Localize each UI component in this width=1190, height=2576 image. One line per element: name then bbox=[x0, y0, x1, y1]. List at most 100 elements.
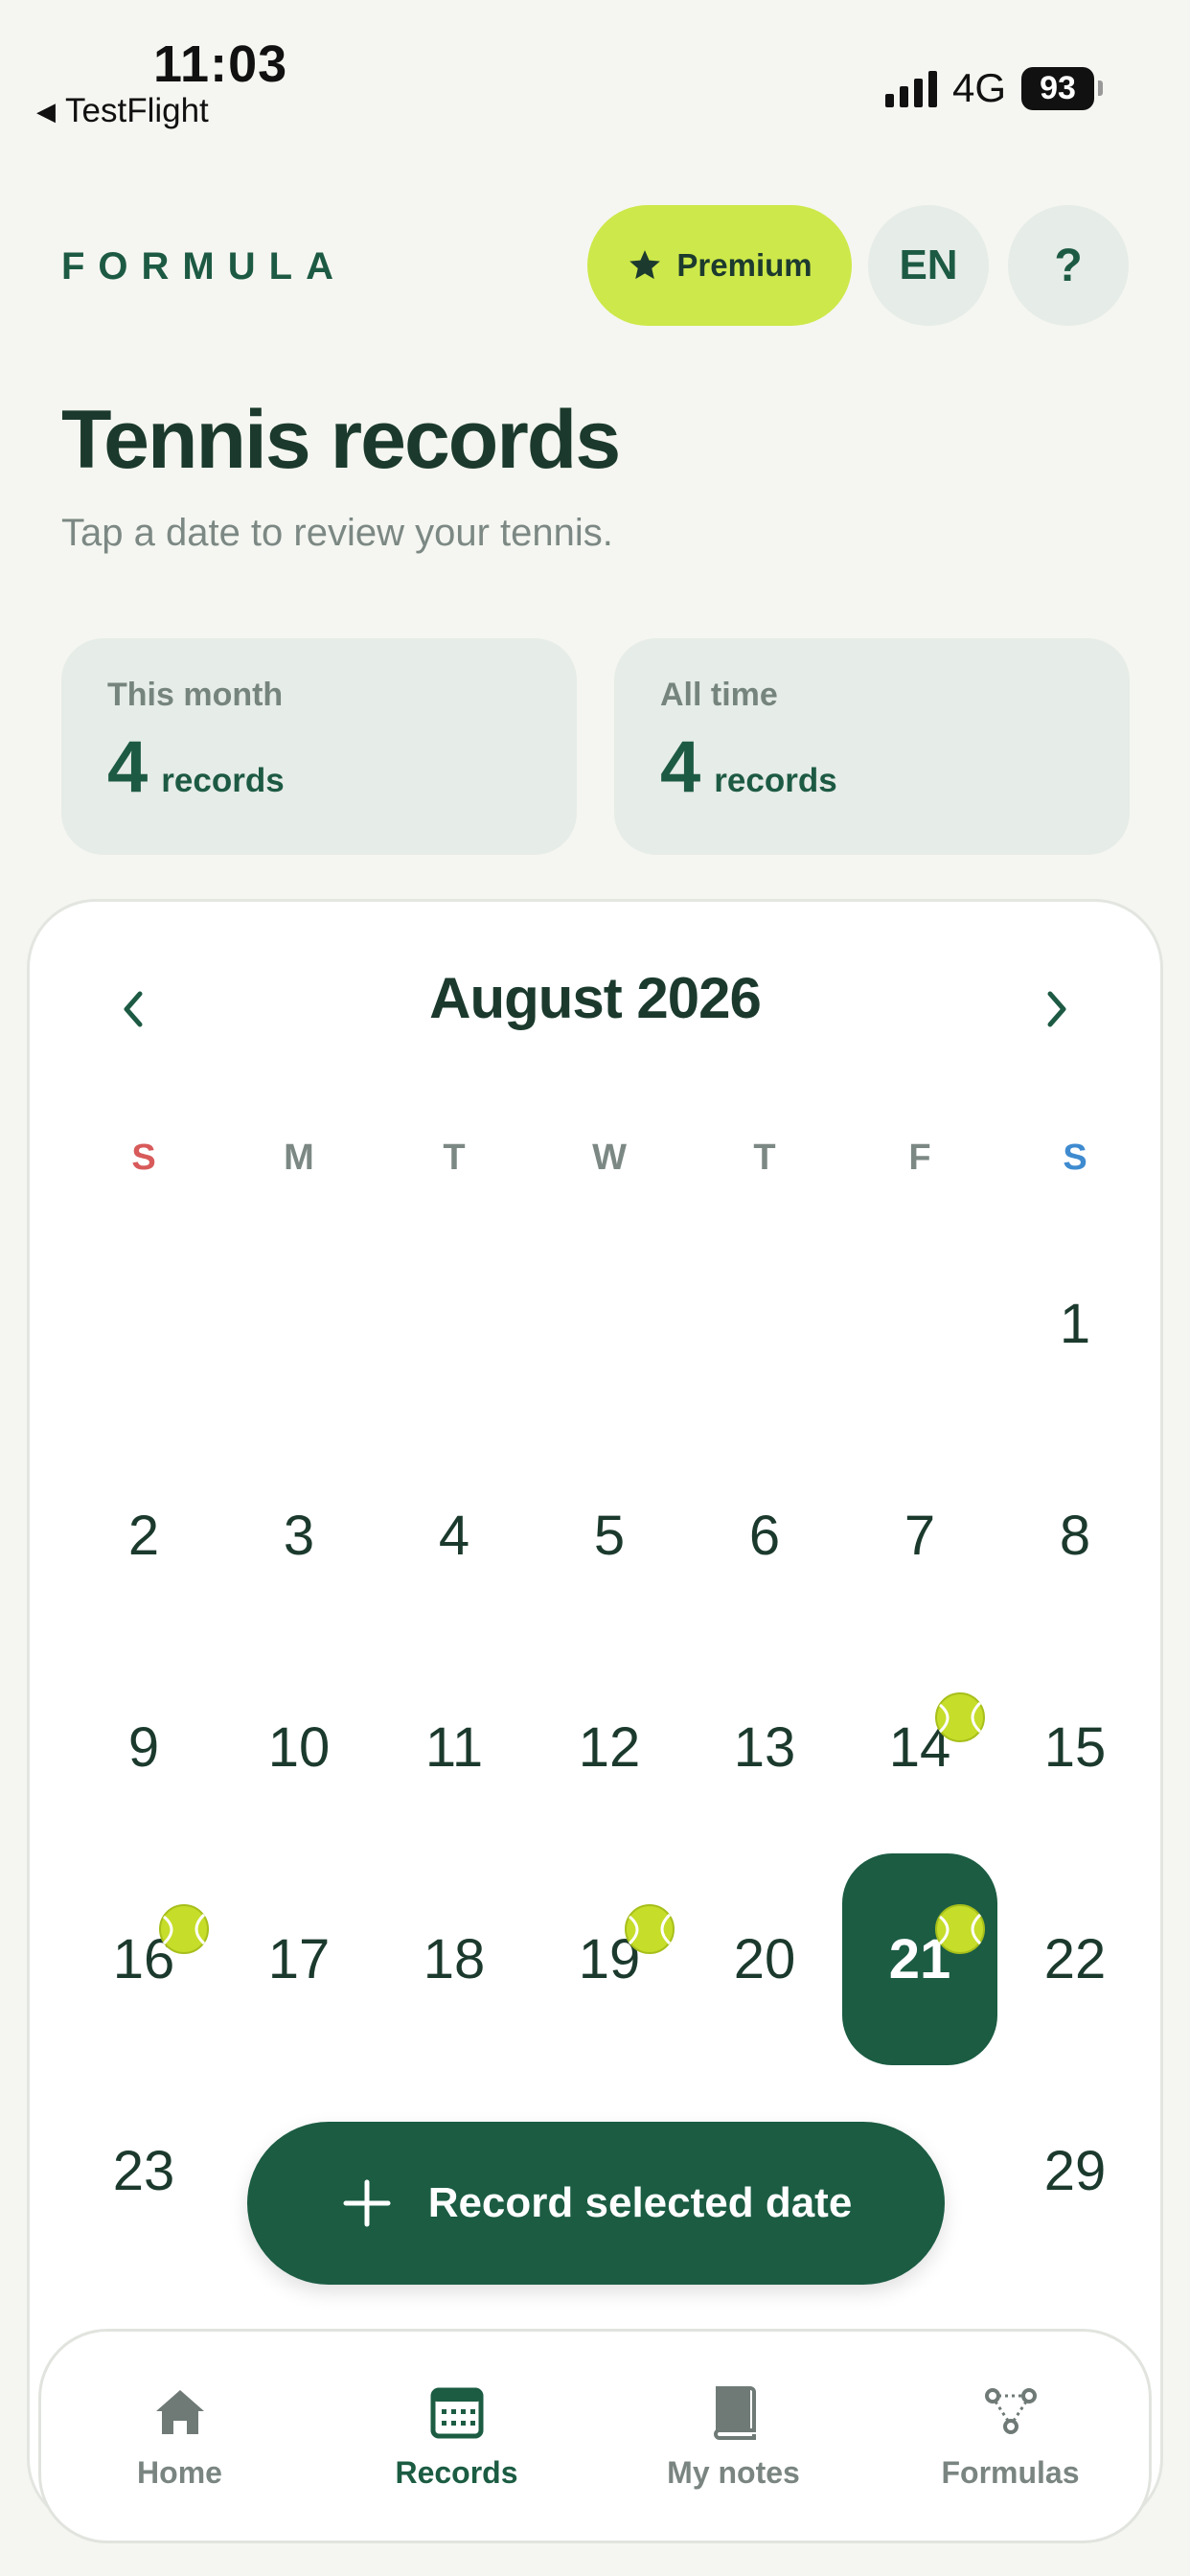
record-selected-date-button[interactable]: Record selected date bbox=[247, 2122, 945, 2285]
chevron-right-icon bbox=[1047, 991, 1066, 1027]
stat-card-all-time: All time 4 records bbox=[614, 638, 1130, 855]
bottom-tab-bar: Home Records My notes Formulas bbox=[38, 2329, 1152, 2543]
stat-value: 4 bbox=[107, 726, 149, 808]
page-subtitle: Tap a date to review your tennis. bbox=[61, 512, 613, 554]
day-number: 20 bbox=[733, 1928, 796, 1990]
calendar-day[interactable]: 16 bbox=[66, 1853, 221, 2065]
help-button[interactable]: ? bbox=[1008, 205, 1129, 326]
status-time: 11:03 bbox=[153, 35, 288, 93]
day-number: 5 bbox=[593, 1505, 626, 1567]
tennis-ball-icon bbox=[934, 1691, 986, 1743]
stat-card-this-month: This month 4 records bbox=[61, 638, 577, 855]
calendar-day[interactable]: 5 bbox=[532, 1430, 687, 1642]
calendar-day[interactable]: 10 bbox=[221, 1642, 377, 1853]
signal-icon bbox=[884, 69, 937, 107]
brand-logo: FORMULA bbox=[61, 245, 347, 288]
calendar-day[interactable]: 3 bbox=[221, 1430, 377, 1642]
day-number: 22 bbox=[1043, 1928, 1107, 1990]
day-number: 9 bbox=[127, 1716, 160, 1779]
back-label: TestFlight bbox=[65, 92, 209, 129]
tab-label: Records bbox=[395, 2454, 518, 2490]
calendar-day[interactable]: 9 bbox=[66, 1642, 221, 1853]
calendar-day[interactable]: 20 bbox=[687, 1853, 842, 2065]
tennis-ball-icon bbox=[624, 1903, 675, 1955]
weekday-header-row: S M T W T F S bbox=[66, 1138, 1155, 1179]
empty-day-cell bbox=[66, 1218, 221, 1430]
calendar-day[interactable]: 23 bbox=[66, 2065, 221, 2277]
stat-label: This month bbox=[107, 677, 284, 713]
calendar-day[interactable]: 8 bbox=[997, 1430, 1153, 1642]
calendar-day[interactable]: 14 bbox=[842, 1642, 997, 1853]
weekday-friday: F bbox=[908, 1138, 931, 1178]
stat-unit: records bbox=[714, 762, 837, 799]
chevron-left-icon bbox=[124, 991, 143, 1027]
stat-value: 4 bbox=[660, 726, 701, 808]
day-number: 13 bbox=[733, 1716, 796, 1779]
calendar-day[interactable]: 4 bbox=[377, 1430, 532, 1642]
language-button[interactable]: EN bbox=[868, 205, 989, 326]
battery-icon: 93 bbox=[1021, 66, 1103, 110]
calendar-day[interactable]: 19 bbox=[532, 1853, 687, 2065]
previous-month-button[interactable] bbox=[95, 971, 172, 1047]
house-icon bbox=[150, 2382, 210, 2442]
day-number: 12 bbox=[578, 1716, 641, 1779]
calendar-day[interactable]: 29 bbox=[997, 2065, 1153, 2277]
empty-day-cell bbox=[532, 1218, 687, 1430]
book-icon bbox=[704, 2382, 764, 2442]
empty-day-cell bbox=[842, 1218, 997, 1430]
calendar-day[interactable]: 2 bbox=[66, 1430, 221, 1642]
calendar-day-selected[interactable]: 21 bbox=[842, 1853, 997, 2065]
next-month-button[interactable] bbox=[1018, 971, 1095, 1047]
premium-label: Premium bbox=[676, 247, 812, 283]
calendar-day[interactable]: 11 bbox=[377, 1642, 532, 1853]
empty-day-cell bbox=[687, 1218, 842, 1430]
day-number: 8 bbox=[1059, 1505, 1091, 1567]
weekday-monday: M bbox=[284, 1138, 314, 1178]
tab-records[interactable]: Records bbox=[318, 2332, 595, 2541]
weekday-wednesday: W bbox=[592, 1138, 627, 1178]
calendar-day[interactable]: 17 bbox=[221, 1853, 377, 2065]
day-number: 2 bbox=[127, 1505, 160, 1567]
day-number: 7 bbox=[904, 1505, 936, 1567]
calendar-day[interactable]: 15 bbox=[997, 1642, 1153, 1853]
calendar-day[interactable]: 7 bbox=[842, 1430, 997, 1642]
weekday-sunday: S bbox=[131, 1138, 156, 1178]
calendar-grid: 1 2 3 4 5 6 7 8 9 10 11 12 13 14 15 16 1… bbox=[66, 1218, 1155, 2277]
back-to-testflight[interactable]: ◀ TestFlight bbox=[36, 92, 209, 130]
calendar-day[interactable]: 18 bbox=[377, 1853, 532, 2065]
day-number: 4 bbox=[438, 1505, 470, 1567]
calendar-day[interactable]: 1 bbox=[997, 1218, 1153, 1430]
page-title: Tennis records bbox=[61, 394, 621, 486]
tab-formulas[interactable]: Formulas bbox=[872, 2332, 1149, 2541]
network-type: 4G bbox=[951, 65, 1006, 110]
day-number: 11 bbox=[424, 1716, 484, 1779]
day-number: 18 bbox=[423, 1928, 486, 1990]
day-number: 17 bbox=[267, 1928, 331, 1990]
day-number: 15 bbox=[1043, 1716, 1107, 1779]
record-button-label: Record selected date bbox=[427, 2179, 853, 2226]
tab-label: Home bbox=[137, 2454, 222, 2490]
weekday-saturday: S bbox=[1063, 1138, 1087, 1178]
plus-icon bbox=[340, 2176, 394, 2230]
calendar-day[interactable]: 6 bbox=[687, 1430, 842, 1642]
empty-day-cell bbox=[221, 1218, 377, 1430]
calendar-day[interactable]: 22 bbox=[997, 1853, 1153, 2065]
calendar-header: August 2026 bbox=[30, 950, 1160, 1046]
calendar-day[interactable]: 12 bbox=[532, 1642, 687, 1853]
tab-label: Formulas bbox=[941, 2454, 1080, 2490]
weekday-tuesday: T bbox=[443, 1138, 466, 1178]
stat-unit: records bbox=[161, 762, 285, 799]
calendar-month-title: August 2026 bbox=[429, 965, 762, 1030]
weekday-thursday: T bbox=[753, 1138, 776, 1178]
day-number: 29 bbox=[1043, 2140, 1107, 2202]
calendar-day[interactable]: 13 bbox=[687, 1642, 842, 1853]
calendar-icon bbox=[427, 2382, 487, 2442]
tab-my-notes[interactable]: My notes bbox=[595, 2332, 872, 2541]
premium-button[interactable]: Premium bbox=[587, 205, 852, 326]
stat-label: All time bbox=[660, 677, 778, 713]
back-triangle-icon: ◀ bbox=[36, 96, 56, 126]
day-number: 23 bbox=[112, 2140, 175, 2202]
tab-home[interactable]: Home bbox=[41, 2332, 318, 2541]
day-number: 10 bbox=[267, 1716, 331, 1779]
star-icon bbox=[627, 247, 663, 284]
